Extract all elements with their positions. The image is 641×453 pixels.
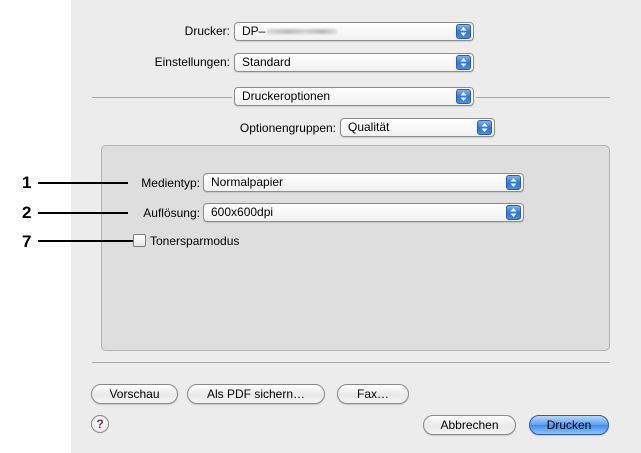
- preview-button[interactable]: Vorschau: [91, 384, 178, 404]
- up-down-arrows-icon: [456, 24, 471, 39]
- settings-popup[interactable]: Standard: [234, 53, 474, 72]
- bottom-separator: [92, 362, 610, 363]
- up-down-arrows-icon: [506, 205, 521, 220]
- up-down-arrows-icon: [506, 175, 521, 190]
- media-type-popup[interactable]: Normalpapier: [203, 173, 524, 192]
- up-down-arrows-icon: [456, 55, 471, 70]
- settings-label: Einstellungen:: [154, 55, 230, 69]
- option-groups-popup[interactable]: Qualität: [340, 118, 495, 137]
- separator-left: [92, 97, 232, 98]
- callout-line-7: [38, 240, 133, 242]
- media-type-value: Normalpapier: [211, 175, 284, 189]
- option-groups-label: Optionengruppen:: [239, 121, 336, 135]
- print-button[interactable]: Drucken: [529, 415, 609, 435]
- printer-label: Drucker:: [184, 24, 230, 38]
- toner-save-checkbox[interactable]: [133, 234, 146, 247]
- fax-button[interactable]: Fax…: [337, 384, 409, 404]
- toner-save-label[interactable]: Tonersparmodus: [150, 233, 239, 249]
- up-down-arrows-icon: [477, 120, 492, 135]
- option-groups-value: Qualität: [348, 120, 390, 134]
- printer-name-redacted: [267, 29, 338, 35]
- save-as-pdf-button[interactable]: Als PDF sichern…: [187, 384, 325, 404]
- separator-right: [476, 97, 610, 98]
- resolution-value: 600x600dpi: [211, 205, 274, 219]
- callout-7: 7: [22, 232, 32, 251]
- cancel-button[interactable]: Abbrechen: [423, 415, 516, 435]
- pane-value: Druckeroptionen: [242, 89, 331, 103]
- up-down-arrows-icon: [456, 89, 471, 104]
- printer-popup[interactable]: DP–: [234, 22, 474, 41]
- printer-value: DP–: [242, 24, 266, 38]
- callout-line-2: [38, 212, 128, 214]
- settings-value: Standard: [242, 55, 291, 69]
- callout-1: 1: [22, 173, 32, 192]
- callout-2: 2: [22, 203, 32, 222]
- pane-popup[interactable]: Druckeroptionen: [234, 87, 474, 106]
- help-icon[interactable]: ?: [91, 415, 109, 433]
- resolution-label: Auflösung:: [143, 206, 200, 220]
- callout-line-1: [38, 182, 128, 184]
- resolution-popup[interactable]: 600x600dpi: [203, 203, 524, 222]
- media-type-label: Medientyp:: [141, 176, 200, 190]
